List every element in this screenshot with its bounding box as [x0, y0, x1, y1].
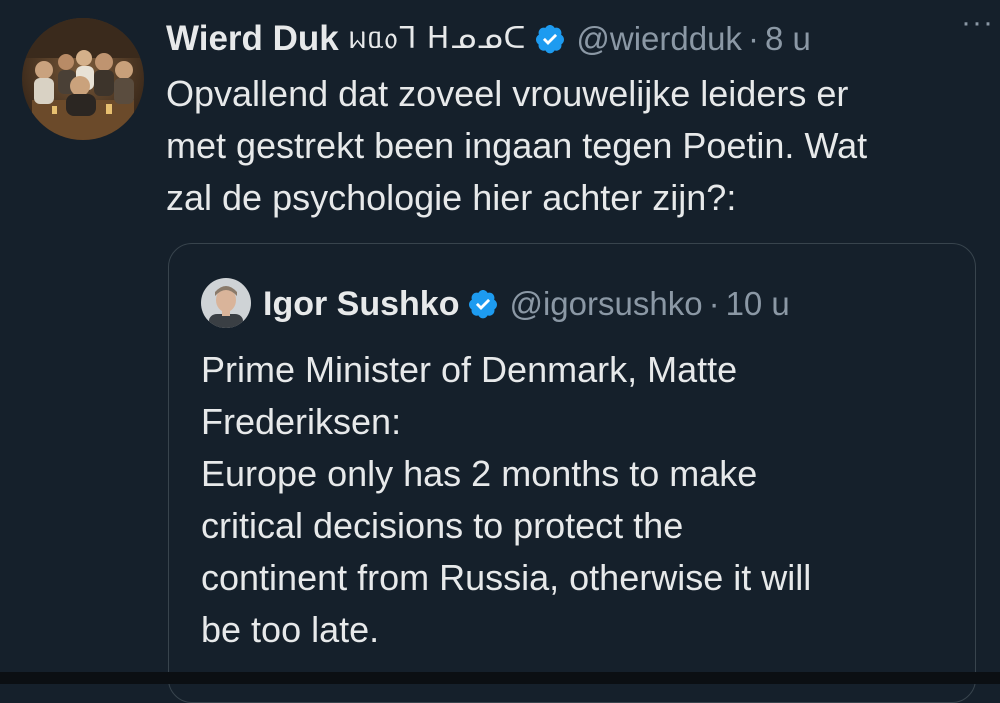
- quoted-author-handle[interactable]: @igorsushko: [509, 285, 702, 323]
- quoted-author-name[interactable]: Igor Sushko: [263, 285, 459, 324]
- bottom-edge-bar: [0, 672, 1000, 684]
- quoted-author-avatar[interactable]: [201, 278, 251, 328]
- author-name[interactable]: Wierd Duk: [166, 19, 339, 59]
- author-handle[interactable]: @wierdduk: [576, 20, 742, 58]
- quoted-tweet-timestamp[interactable]: 10 u: [726, 285, 790, 323]
- author-name-glyphs: ᥕᥲ᥆ᒣ ᕼᓄᓄᑕ: [348, 22, 527, 55]
- tweet-timestamp[interactable]: 8 u: [765, 20, 811, 58]
- tweet-text: Opvallend dat zoveel vrouwelijke leiders…: [166, 73, 868, 218]
- quoted-tweet-header: Igor Sushko @igorsushko · 10 u: [263, 278, 963, 330]
- verified-badge-icon: [469, 290, 498, 319]
- quoted-author-avatar-image: [201, 278, 251, 328]
- quoted-tweet-text: Prime Minister of Denmark, Matte Frederi…: [201, 349, 812, 650]
- author-avatar[interactable]: [22, 18, 144, 140]
- separator-dot: ·: [747, 20, 759, 57]
- tweet-header: Wierd Duk ᥕᥲ᥆ᒣ ᕼᓄᓄᑕ @wierdduk · 8 u: [166, 14, 986, 64]
- author-avatar-image: [22, 18, 144, 140]
- quoted-tweet[interactable]: Igor Sushko @igorsushko · 10 u Prime Min…: [168, 243, 976, 703]
- verified-badge-icon: [536, 25, 565, 54]
- tweet[interactable]: Wierd Duk ᥕᥲ᥆ᒣ ᕼᓄᓄᑕ @wierdduk · 8 u ··· …: [0, 0, 1000, 703]
- more-options-icon[interactable]: ···: [961, 6, 994, 40]
- separator-dot: ·: [708, 285, 720, 322]
